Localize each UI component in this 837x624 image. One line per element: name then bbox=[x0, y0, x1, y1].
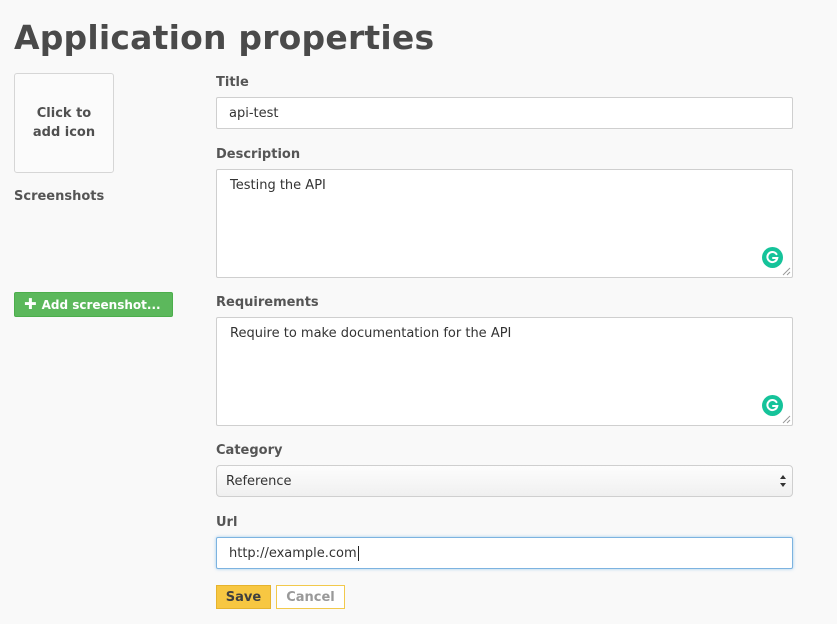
resize-grip-icon[interactable] bbox=[782, 415, 791, 424]
description-text: Testing the API bbox=[230, 178, 326, 193]
cancel-button[interactable]: Cancel bbox=[276, 585, 345, 609]
category-select[interactable]: Reference bbox=[216, 465, 793, 497]
add-screenshot-button[interactable]: ✚ Add screenshot... bbox=[14, 292, 173, 317]
title-input[interactable] bbox=[216, 97, 793, 129]
add-screenshot-label: Add screenshot... bbox=[41, 297, 161, 312]
url-text: http://example.com bbox=[229, 545, 357, 561]
plus-icon: ✚ bbox=[24, 295, 37, 313]
grammarly-icon[interactable] bbox=[762, 247, 783, 268]
description-textarea[interactable]: Testing the API bbox=[216, 169, 793, 278]
screenshots-label: Screenshots bbox=[14, 189, 105, 204]
description-label: Description bbox=[216, 147, 301, 162]
requirements-text: Require to make documentation for the AP… bbox=[230, 326, 512, 341]
resize-grip-icon[interactable] bbox=[782, 267, 791, 276]
category-selected-value: Reference bbox=[226, 473, 292, 489]
requirements-label: Requirements bbox=[216, 295, 319, 310]
add-icon-box[interactable]: Click to add icon bbox=[14, 73, 114, 173]
page-title: Application properties bbox=[14, 18, 435, 57]
select-arrows-icon bbox=[780, 475, 786, 487]
requirements-textarea[interactable]: Require to make documentation for the AP… bbox=[216, 317, 793, 426]
grammarly-icon[interactable] bbox=[762, 395, 783, 416]
add-icon-label: Click to add icon bbox=[32, 106, 96, 140]
category-label: Category bbox=[216, 443, 283, 458]
title-label: Title bbox=[216, 75, 249, 90]
url-label: Url bbox=[216, 515, 238, 530]
save-button[interactable]: Save bbox=[216, 585, 271, 609]
url-input[interactable]: http://example.com bbox=[216, 537, 793, 569]
text-caret bbox=[357, 545, 359, 561]
